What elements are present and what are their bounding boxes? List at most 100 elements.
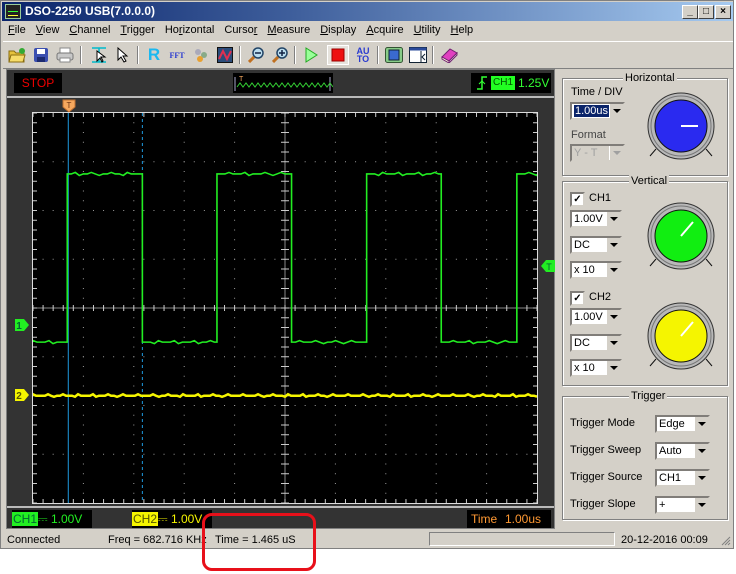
grid-dot [486, 210, 488, 211]
menu-horizontal[interactable]: Horizontal [160, 22, 220, 36]
grid-dot [133, 190, 135, 192]
grid-dot [314, 453, 316, 455]
maximize-button[interactable]: □ [698, 5, 714, 19]
ch1-offset-marker[interactable]: 1 [14, 318, 30, 332]
ch1-scale-readout[interactable]: CH1⎓ 1.00V [12, 510, 92, 528]
zoom-in-icon[interactable] [270, 45, 290, 65]
trigger-position-bar[interactable]: T [233, 73, 334, 93]
menu-measure[interactable]: Measure [262, 22, 315, 36]
print-icon[interactable] [55, 45, 75, 65]
reference-icon[interactable]: R [144, 45, 164, 65]
chevron-down-icon[interactable] [606, 310, 620, 324]
chevron-down-icon[interactable] [694, 417, 708, 431]
grid-dot [42, 356, 44, 358]
ch2-offset-marker[interactable]: 2 [14, 388, 30, 402]
timebase-readout: Time 1.00us [467, 510, 551, 528]
chevron-down-icon[interactable] [694, 498, 708, 512]
grid-dot [133, 375, 135, 377]
trigger-row-select[interactable]: Edge [655, 415, 710, 433]
menu-display[interactable]: Display [315, 22, 361, 36]
grid-dot [344, 258, 346, 260]
grid-dot [133, 317, 135, 319]
ch1-volts-knob[interactable] [646, 202, 716, 274]
grid-dot [506, 161, 508, 163]
trigger-title: Trigger [629, 390, 668, 402]
grid-dot [234, 297, 236, 299]
grid-dot [113, 161, 115, 163]
auto-icon[interactable]: AU TO [353, 45, 373, 65]
menu-trigger[interactable]: Trigger [115, 22, 159, 36]
menu-cursor[interactable]: Cursor [219, 22, 262, 36]
grid-dot [355, 356, 357, 358]
math-icon[interactable] [191, 45, 211, 65]
ch1-volts-select[interactable]: 1.00V [570, 210, 622, 228]
grid-dot [435, 492, 437, 494]
grid-dot [183, 258, 185, 260]
trigger-level-marker[interactable]: T [540, 259, 556, 273]
ch2-volts-knob[interactable] [646, 302, 716, 374]
grid-dot [82, 414, 84, 416]
chevron-down-icon[interactable] [694, 471, 708, 485]
menu-channel[interactable]: Channel [64, 22, 115, 36]
run-icon[interactable] [301, 45, 321, 65]
save-icon[interactable] [31, 45, 51, 65]
pointer-icon[interactable] [113, 45, 133, 65]
cursor-select-icon[interactable] [89, 45, 109, 65]
menu-help[interactable]: Help [446, 22, 479, 36]
side-panel-icon[interactable] [408, 45, 428, 65]
chevron-down-icon[interactable] [606, 336, 620, 350]
fit-screen-icon[interactable] [384, 45, 404, 65]
grid-dot [486, 239, 488, 241]
chevron-down-icon [609, 146, 623, 160]
trigger-row-select[interactable]: CH1 [655, 469, 710, 487]
menu-utility[interactable]: Utility [409, 22, 446, 36]
chevron-down-icon[interactable] [694, 444, 708, 458]
chevron-down-icon[interactable] [606, 238, 620, 252]
ch1-probe-select[interactable]: x 10 [570, 261, 622, 279]
menu-file[interactable]: File [3, 22, 31, 36]
ch1-coupling-select[interactable]: DC [570, 236, 622, 254]
grid-dot [183, 210, 185, 211]
waveform-screen[interactable] [31, 112, 538, 504]
help-book-icon[interactable] [439, 45, 459, 65]
ch1-enable-checkbox[interactable]: ✓ [570, 192, 585, 207]
grid-dot [224, 161, 226, 163]
ch2-volts-select[interactable]: 1.00V [570, 308, 622, 326]
grid-dot [183, 278, 185, 280]
grid-dot [123, 356, 125, 358]
grid-dot [486, 414, 488, 416]
menu-acquire[interactable]: Acquire [361, 22, 408, 36]
grid-dot [435, 366, 437, 367]
chevron-down-icon[interactable] [609, 104, 623, 118]
trigger-time-marker[interactable]: T [62, 99, 76, 113]
ch2-coupling-select[interactable]: DC [570, 334, 622, 352]
zoom-out-icon[interactable] [246, 45, 266, 65]
grid-dot [435, 356, 437, 358]
chevron-down-icon[interactable] [606, 361, 620, 375]
time-div-select[interactable]: 1.00us [570, 102, 625, 120]
menu-view[interactable]: View [31, 22, 65, 36]
waveform-canvas[interactable] [31, 112, 538, 504]
grid-dot [183, 414, 185, 416]
fft-icon[interactable]: FFT [167, 45, 187, 65]
trigger-row-select[interactable]: + [655, 496, 710, 514]
grid-dot [435, 132, 437, 133]
ch1-badge: CH1 [12, 512, 39, 526]
ch2-scale-readout[interactable]: CH2⎓ 1.00V [132, 510, 212, 528]
toolbar-separator [137, 46, 139, 64]
open-folder-icon[interactable] [7, 45, 27, 65]
chevron-down-icon[interactable] [606, 212, 620, 226]
trigger-row-select[interactable]: Auto [655, 442, 710, 460]
resize-grip-icon[interactable] [719, 534, 731, 546]
timebase-knob[interactable] [646, 92, 716, 164]
ch2-probe-select[interactable]: x 10 [570, 359, 622, 377]
grid-dot [435, 151, 437, 153]
horizontal-group: Horizontal Time / DIV 1.00us Format Y - … [562, 72, 728, 176]
ch2-enable-checkbox[interactable]: ✓ [570, 291, 585, 306]
close-button[interactable]: × [715, 5, 731, 19]
grid-dot [82, 356, 84, 358]
minimize-button[interactable]: _ [682, 5, 698, 19]
stop-icon[interactable] [327, 45, 349, 65]
persistence-icon[interactable] [215, 45, 235, 65]
chevron-down-icon[interactable] [606, 263, 620, 277]
